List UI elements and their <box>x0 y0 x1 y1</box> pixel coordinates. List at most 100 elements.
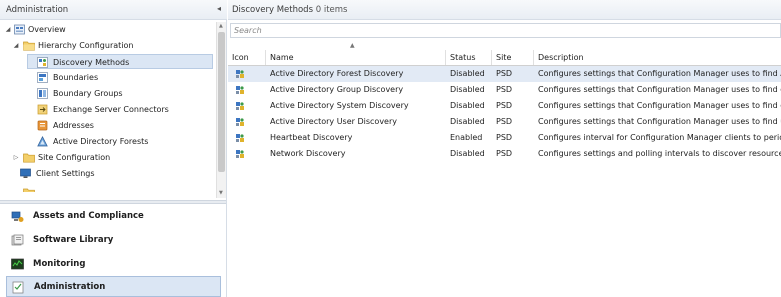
tree-item-partial <box>2 182 214 192</box>
overview-icon <box>14 24 25 35</box>
cell-name: Active Directory Forest Discovery <box>270 69 404 78</box>
tree-item-overview[interactable]: ◢ Overview <box>2 22 214 37</box>
folder-icon <box>23 187 35 192</box>
table-row[interactable]: Network Discovery Disabled PSD Configure… <box>228 146 781 162</box>
cell-name: Active Directory Group Discovery <box>270 85 404 94</box>
cell-name: Active Directory User Discovery <box>270 117 398 126</box>
scroll-down-icon[interactable]: ▼ <box>219 190 223 196</box>
cell-description: Configures settings that Configuration M… <box>538 101 781 110</box>
table-row[interactable]: Heartbeat Discovery Enabled PSD Configur… <box>228 130 781 146</box>
cell-site: PSD <box>496 101 513 110</box>
discovery-method-icon <box>235 85 245 95</box>
details-pane: Discovery Methods 0 items ▲ Icon Name St… <box>228 0 781 297</box>
discovery-method-icon <box>235 133 245 143</box>
column-header-site[interactable]: Site <box>492 50 534 65</box>
cell-status: Disabled <box>450 117 485 126</box>
workspace-administration[interactable]: Administration <box>6 276 221 297</box>
tree-scrollbar[interactable]: ▲ ▼ <box>216 22 226 198</box>
tree-item-site-configuration[interactable]: ▷ Site Configuration <box>2 150 214 165</box>
expand-arrow-icon[interactable]: ▷ <box>12 150 20 165</box>
cell-status: Disabled <box>450 69 485 78</box>
tree-item-boundaries[interactable]: Boundaries <box>28 70 213 85</box>
navigation-pane-title: Administration <box>6 5 69 15</box>
workspace-label: Assets and Compliance <box>33 211 144 221</box>
workspace-label: Monitoring <box>33 259 86 269</box>
tree-item-label: Discovery Methods <box>53 58 130 67</box>
column-header-status[interactable]: Status <box>446 50 492 65</box>
cell-site: PSD <box>496 133 513 142</box>
table-row[interactable]: Active Directory Forest Discovery Disabl… <box>228 66 781 82</box>
tree-item-active-directory-forests[interactable]: Active Directory Forests <box>28 134 213 149</box>
discovery-method-icon <box>235 101 245 111</box>
scroll-up-icon[interactable]: ▲ <box>219 23 223 29</box>
tree-item-discovery-methods[interactable]: Discovery Methods <box>27 54 213 69</box>
tree-item-label: Hierarchy Configuration <box>38 41 134 50</box>
workspace-monitoring[interactable]: Monitoring <box>6 254 221 275</box>
workspace-label: Administration <box>34 282 106 292</box>
tree-item-client-settings[interactable]: Client Settings <box>2 166 214 181</box>
monitoring-icon <box>11 258 24 271</box>
column-header-icon[interactable]: Icon <box>228 50 266 65</box>
cell-description: Configures settings and polling interval… <box>538 149 781 158</box>
cell-site: PSD <box>496 85 513 94</box>
discovery-methods-icon <box>37 57 48 68</box>
cell-site: PSD <box>496 117 513 126</box>
client-settings-icon <box>20 168 31 179</box>
discovery-method-icon <box>235 69 245 79</box>
cell-description: Configures settings that Configuration M… <box>538 69 781 78</box>
cell-description: Configures settings that Configuration M… <box>538 85 781 94</box>
table-row[interactable]: Active Directory User Discovery Disabled… <box>228 114 781 130</box>
tree-item-boundary-groups[interactable]: Boundary Groups <box>28 86 213 101</box>
exchange-connector-icon <box>37 104 48 115</box>
expand-arrow-icon[interactable]: ◢ <box>12 38 20 53</box>
tree-item-label: Exchange Server Connectors <box>53 105 169 114</box>
tree-item-addresses[interactable]: Addresses <box>28 118 213 133</box>
cell-site: PSD <box>496 149 513 158</box>
view-title: Discovery Methods <box>232 5 314 15</box>
administration-icon <box>12 281 25 294</box>
folder-open-icon <box>23 40 35 51</box>
tree-item-label: Overview <box>28 25 66 34</box>
tree-item-hierarchy-configuration[interactable]: ◢ Hierarchy Configuration <box>2 38 214 53</box>
workspace-label: Software Library <box>33 235 114 245</box>
pane-splitter[interactable] <box>0 200 226 204</box>
ad-forests-icon <box>37 136 48 147</box>
tree-item-label: Boundary Groups <box>53 89 123 98</box>
column-header-description[interactable]: Description <box>534 50 781 65</box>
search-box[interactable] <box>230 23 781 38</box>
cell-status: Disabled <box>450 149 485 158</box>
table-row[interactable]: Active Directory Group Discovery Disable… <box>228 82 781 98</box>
table-row[interactable]: Active Directory System Discovery Disabl… <box>228 98 781 114</box>
navigation-tree: ◢ Overview ◢ Hierarchy Configuration Dis… <box>0 22 216 198</box>
assets-compliance-icon <box>11 210 24 223</box>
tree-item-label: Client Settings <box>36 169 95 178</box>
item-count: 0 items <box>315 5 348 15</box>
cell-description: Configures interval for Configuration Ma… <box>538 133 781 142</box>
collapse-pane-button[interactable]: ◂ <box>217 4 221 13</box>
navigation-pane-header: Administration ◂ <box>0 0 227 20</box>
cell-status: Enabled <box>450 133 483 142</box>
scrollbar-thumb[interactable] <box>218 32 225 172</box>
cell-name: Heartbeat Discovery <box>270 133 353 142</box>
navigation-pane: Administration ◂ ◢ Overview ◢ Hierarchy … <box>0 0 227 297</box>
boundary-groups-icon <box>37 88 48 99</box>
tree-item-label: Site Configuration <box>38 153 111 162</box>
discovery-method-icon <box>235 149 245 159</box>
sort-ascending-icon: ▲ <box>350 42 355 49</box>
folder-icon <box>23 152 35 163</box>
cell-status: Disabled <box>450 85 485 94</box>
cell-status: Disabled <box>450 101 485 110</box>
workspace-software-library[interactable]: Software Library <box>6 230 221 251</box>
discovery-method-icon <box>235 117 245 127</box>
addresses-icon <box>37 120 48 131</box>
search-input[interactable] <box>234 26 634 35</box>
expand-arrow-icon[interactable]: ◢ <box>4 22 12 37</box>
tree-item-label: Active Directory Forests <box>53 137 149 146</box>
details-pane-title: Discovery Methods 0 items <box>232 5 347 15</box>
tree-item-exchange-server-connectors[interactable]: Exchange Server Connectors <box>28 102 213 117</box>
column-header-name[interactable]: Name <box>266 50 446 65</box>
cell-name: Network Discovery <box>270 149 346 158</box>
cell-name: Active Directory System Discovery <box>270 101 409 110</box>
cell-description: Configures settings that Configuration M… <box>538 117 781 126</box>
workspace-assets-and-compliance[interactable]: Assets and Compliance <box>6 206 221 227</box>
